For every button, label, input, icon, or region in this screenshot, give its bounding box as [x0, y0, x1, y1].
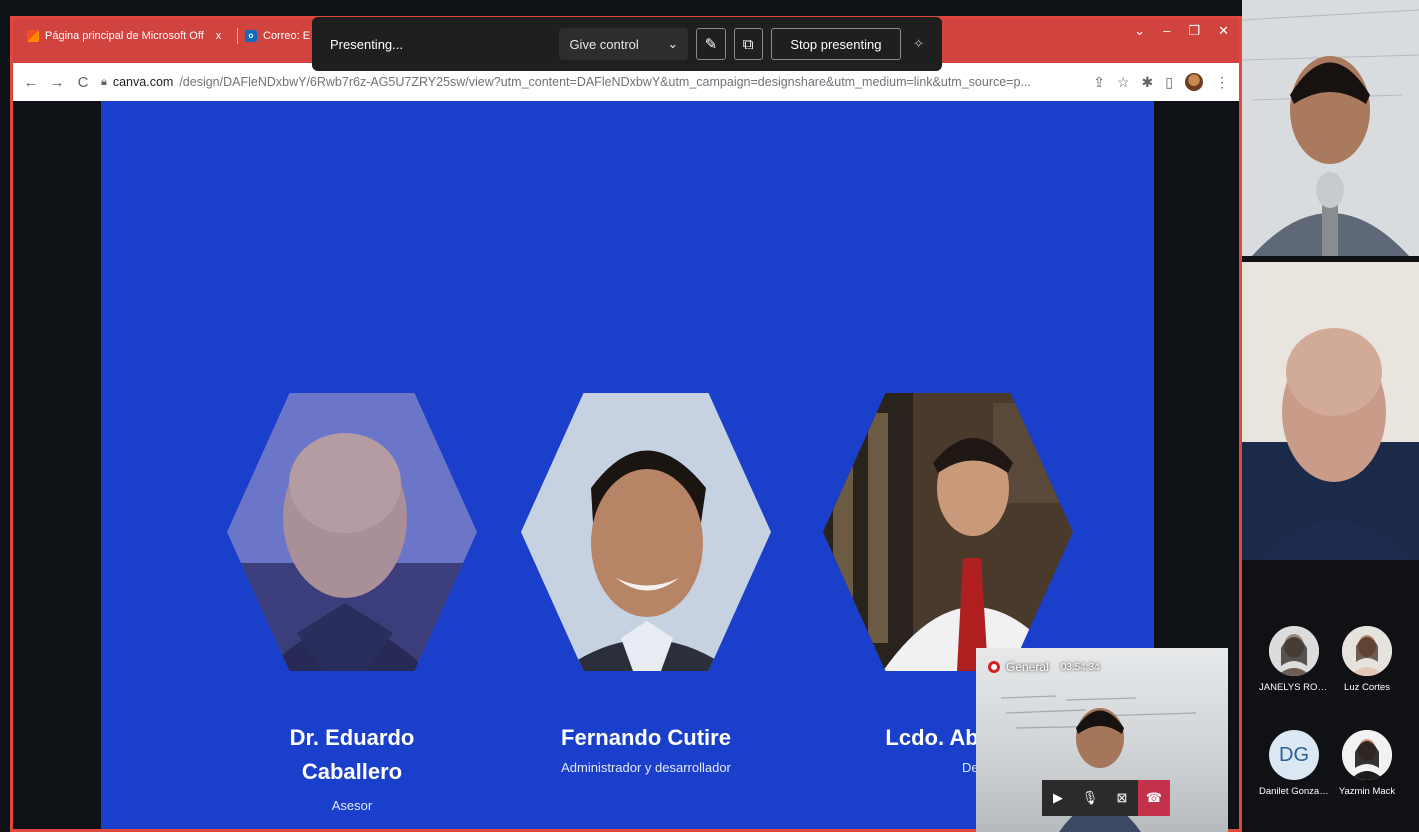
close-tab-icon[interactable]: x: [216, 30, 222, 42]
kebab-menu-icon[interactable]: ⋮: [1215, 74, 1229, 91]
give-control-dropdown[interactable]: Give control ⌄: [559, 28, 689, 60]
url-field[interactable]: 🔒︎ canva.com/design/DAFleNDxbwY/6Rwb7r6z…: [101, 69, 1084, 95]
member-name-eduardo: Dr. Eduardo Caballero: [222, 721, 482, 789]
member-name-fernando: Fernando Cutire: [561, 725, 731, 750]
participants-panel: JANELYS RODRIG... Luz Cortes DG Danilet …: [1242, 0, 1419, 832]
avatar: [1342, 730, 1392, 780]
lock-icon: 🔒︎: [101, 75, 107, 88]
participant-name: JANELYS RODRIG...: [1259, 682, 1329, 693]
recording-icon: [988, 661, 1000, 673]
url-domain: canva.com: [112, 75, 174, 89]
participant-yazmin[interactable]: Yazmin Mack: [1332, 730, 1402, 797]
reload-icon[interactable]: C: [75, 74, 91, 91]
bookmark-star-icon[interactable]: ☆: [1117, 74, 1130, 91]
share-screen-icon[interactable]: ⊠: [1106, 780, 1138, 816]
back-arrow-icon[interactable]: ←: [23, 74, 39, 91]
presenting-status: Presenting...: [330, 36, 403, 52]
call-header: General 03:54:34: [988, 660, 1100, 674]
name-line: Caballero: [301, 759, 403, 784]
participant-janelys[interactable]: JANELYS RODRIG...: [1259, 626, 1329, 693]
avatar-initials: DG: [1269, 730, 1319, 780]
avatar: [1269, 626, 1319, 676]
participant-video-fernando[interactable]: [1242, 0, 1419, 256]
side-panel-icon[interactable]: ▯: [1165, 74, 1173, 91]
toolbar-actions: ⇪ ☆ ✱ ▯ ⋮: [1093, 73, 1229, 91]
mini-call-window[interactable]: General 03:54:34 ▶︎ 🎙︎ ⊠ ☎︎: [976, 648, 1228, 832]
participant-luz-cortes[interactable]: Luz Cortes: [1332, 626, 1402, 693]
minimize-icon[interactable]: –: [1163, 23, 1170, 39]
screen: Página principal de Microsoft Off x o Co…: [0, 0, 1419, 832]
include-audio-icon[interactable]: ⧉: [733, 28, 763, 60]
url-path: /design/DAFleNDxbwY/6Rwb7r6z-AG5U7ZRY25s…: [179, 75, 1031, 89]
restore-icon[interactable]: ❐: [1188, 23, 1200, 39]
call-channel: General: [1006, 660, 1049, 674]
pin-icon[interactable]: ✧: [913, 36, 924, 52]
outlook-icon: o: [245, 30, 257, 42]
tab-microsoft-office[interactable]: Página principal de Microsoft Off x: [27, 24, 237, 48]
profile-avatar[interactable]: [1185, 73, 1203, 91]
member-role-fernando: Administrador y desarrollador: [561, 760, 731, 775]
presenting-toolbar: Presenting... Give control ⌄ ✎ ⧉ Stop pr…: [312, 17, 942, 71]
member-role-eduardo: Asesor: [331, 798, 373, 813]
close-window-icon[interactable]: ✕: [1218, 23, 1229, 39]
share-icon[interactable]: ⇪: [1093, 74, 1105, 91]
tab-divider: [237, 28, 238, 44]
participant-name: Yazmin Mack: [1338, 786, 1396, 797]
call-timer: 03:54:34: [1060, 661, 1100, 673]
office-icon: [27, 30, 39, 42]
participant-video-eduardo[interactable]: [1242, 262, 1419, 560]
stop-presenting-button[interactable]: Stop presenting: [770, 28, 902, 60]
participant-name: Luz Cortes: [1344, 682, 1390, 693]
member-photo-fernando: [521, 393, 771, 671]
member-photo-abdiel: [823, 393, 1073, 671]
forward-arrow-icon[interactable]: →: [49, 74, 65, 91]
annotate-pen-icon[interactable]: ✎: [696, 28, 726, 60]
hang-up-icon[interactable]: ☎︎: [1138, 780, 1170, 816]
participant-danilet[interactable]: DG Danilet Gonzalez: [1259, 730, 1329, 797]
camera-icon[interactable]: ▶︎: [1042, 780, 1074, 816]
microphone-icon[interactable]: 🎙︎: [1074, 780, 1106, 816]
call-controls: ▶︎ 🎙︎ ⊠ ☎︎: [1042, 780, 1170, 816]
avatar: [1342, 626, 1392, 676]
tab-label: Página principal de Microsoft Off: [45, 30, 204, 42]
chevron-down-icon: ⌄: [667, 36, 679, 51]
member-photo-eduardo: [227, 393, 477, 671]
tab-label: Correo: E: [263, 30, 311, 42]
tab-search-chevron-icon[interactable]: ⌄: [1134, 23, 1145, 39]
window-controls: ⌄ – ❐ ✕: [1134, 23, 1229, 39]
participant-name: Danilet Gonzalez: [1259, 786, 1329, 797]
name-line: Dr. Eduardo: [289, 725, 415, 750]
extensions-puzzle-icon[interactable]: ✱: [1142, 74, 1154, 91]
give-control-label: Give control: [569, 36, 639, 52]
